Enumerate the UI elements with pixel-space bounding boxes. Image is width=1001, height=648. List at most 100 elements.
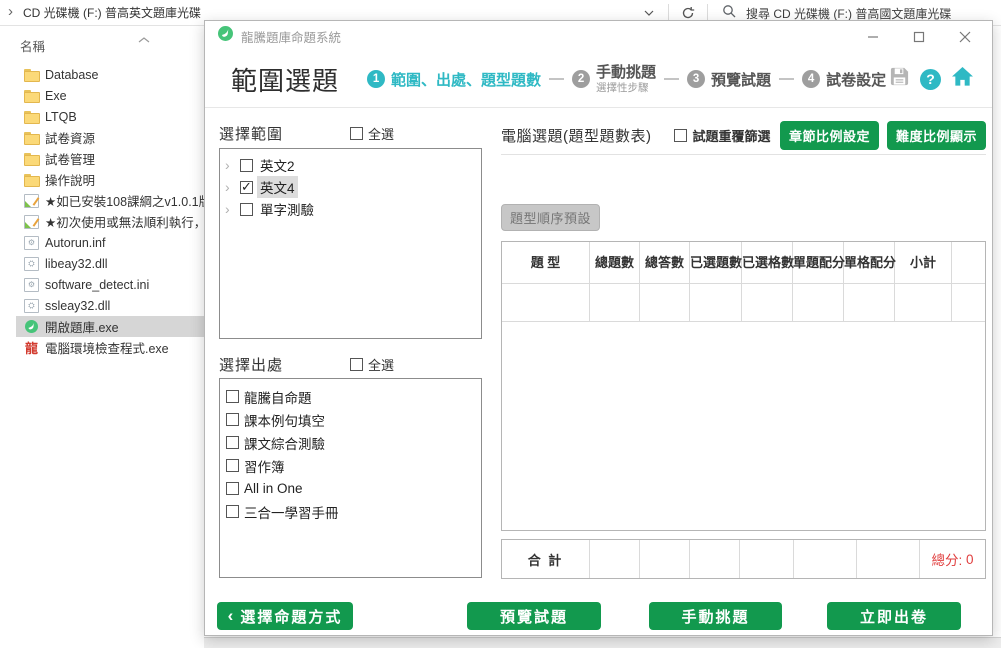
question-order-preset-badge[interactable]: 題型順序預設 (501, 204, 600, 231)
home-icon[interactable] (951, 66, 974, 92)
column-header-name[interactable]: 名稱 (20, 36, 180, 56)
folder-icon (24, 172, 39, 187)
source-checkbox[interactable] (226, 413, 239, 426)
back-to-method-button[interactable]: ‹ 選擇命題方式 (217, 602, 353, 630)
source-item[interactable]: 課文綜合測驗 (220, 431, 481, 454)
help-icon[interactable]: ? (920, 69, 941, 90)
file-row[interactable]: ⚙software_detect.ini (0, 274, 204, 295)
step-1-circle: 1 (367, 70, 385, 88)
range-section-header: 選擇範圍 全選 (219, 123, 482, 145)
tree-item-eng2[interactable]: › 英文2 (220, 154, 481, 176)
step-3-preview: 3 預覽試題 (687, 69, 771, 90)
source-checkbox[interactable] (226, 505, 239, 518)
col-total-answers: 總答數 (640, 242, 690, 284)
file-row[interactable]: ★如已安裝108課綱之v1.0.1版 (0, 190, 204, 211)
computer-select-divider (501, 154, 986, 155)
folder-icon (24, 88, 39, 103)
computer-select-header: 電腦選題(題型題數表) 試題重覆篩選 章節比例設定 難度比例顯示 (501, 121, 986, 149)
source-select-all[interactable]: 全選 (350, 355, 394, 374)
address-bar[interactable]: CD 光碟機 (F:) 普高英文題庫光碟 (23, 4, 201, 21)
chapter-ratio-button[interactable]: 章節比例設定 (780, 121, 879, 150)
step-3-circle: 3 (687, 70, 705, 88)
file-row[interactable]: ⛭libeay32.dll (0, 253, 204, 274)
file-row[interactable]: ⛭ssleay32.dll (0, 295, 204, 316)
range-tree: › 英文2 › 英文4 › 單字測驗 (219, 148, 482, 339)
tree-item-vocab[interactable]: › 單字測驗 (220, 198, 481, 220)
step-connector (549, 78, 564, 80)
step-4-settings: 4 試卷設定 (802, 69, 886, 90)
folder-icon (24, 130, 39, 145)
source-item[interactable]: 龍騰自命題 (220, 385, 481, 408)
source-item[interactable]: All in One (220, 477, 481, 500)
checkbox-eng4[interactable] (240, 181, 253, 194)
preview-exam-button[interactable]: 預覽試題 (467, 602, 601, 630)
folder-icon (24, 151, 39, 166)
source-checkbox[interactable] (226, 390, 239, 403)
expand-chevron-icon[interactable]: › (225, 180, 239, 194)
tree-item-eng4[interactable]: › 英文4 (220, 176, 481, 198)
col-total-questions: 總題數 (590, 242, 640, 284)
source-item[interactable]: 課本例句填空 (220, 408, 481, 431)
manual-pick-button[interactable]: 手動挑題 (649, 602, 782, 630)
generate-exam-button[interactable]: 立即出卷 (827, 602, 961, 630)
minimize-button[interactable] (858, 25, 888, 49)
file-row-selected[interactable]: 開啟題庫.exe (16, 316, 204, 337)
explorer-bottom-strip (204, 637, 1001, 648)
app-logo-icon (218, 26, 233, 46)
col-question-type: 題 型 (502, 242, 590, 284)
page-title: 範圍選題 (231, 61, 339, 98)
question-type-table: 題 型 總題數 總答數 已選題數 已選格數 單題配分 單格配分 小計 (501, 241, 986, 531)
checkbox-vocab[interactable] (240, 203, 253, 216)
source-title: 選擇出處 (219, 357, 283, 374)
dup-filter[interactable]: 試題重覆篩選 (674, 126, 771, 145)
folder-icon (24, 109, 39, 124)
expand-chevron-icon[interactable]: › (225, 158, 239, 172)
save-icon[interactable] (889, 66, 910, 92)
source-checkbox[interactable] (226, 482, 239, 495)
computer-select-title: 電腦選題(題型題數表) (501, 125, 652, 146)
col-points-per-question: 單題配分 (793, 242, 844, 284)
range-select-all-checkbox[interactable] (350, 127, 363, 140)
range-select-all[interactable]: 全選 (350, 124, 394, 143)
step-2-circle: 2 (572, 70, 590, 88)
notepad-file-icon (24, 194, 39, 208)
file-row[interactable]: Database (0, 64, 204, 85)
col-extra (952, 242, 985, 284)
step-1-range: 1 範圍、出處、題型題數 (367, 69, 541, 90)
file-row[interactable]: 操作說明 (0, 169, 204, 190)
maximize-button[interactable] (904, 25, 934, 49)
file-row[interactable]: 試卷資源 (0, 127, 204, 148)
notepad-file-icon (24, 215, 39, 229)
config-file-icon: ⚙ (24, 236, 39, 250)
dup-filter-checkbox[interactable] (674, 129, 687, 142)
close-button[interactable] (950, 25, 980, 49)
range-title: 選擇範圍 (219, 126, 283, 143)
file-row[interactable]: ★初次使用或無法順利執行，請 (0, 211, 204, 232)
app-title: 龍騰題庫命題系統 (241, 27, 341, 46)
source-item[interactable]: 習作簿 (220, 454, 481, 477)
dll-file-icon: ⛭ (24, 257, 39, 271)
app-green-icon (24, 319, 39, 334)
source-item[interactable]: 三合一學習手冊 (220, 500, 481, 523)
search-input[interactable]: 搜尋 CD 光碟機 (F:) 普高國文題庫光碟 (746, 5, 951, 22)
difficulty-ratio-button[interactable]: 難度比例顯示 (887, 121, 986, 150)
expand-chevron-icon[interactable]: › (225, 202, 239, 216)
source-checkbox[interactable] (226, 459, 239, 472)
step-connector (664, 78, 679, 80)
file-row[interactable]: ⚙Autorun.inf (0, 232, 204, 253)
sort-ascending-icon (138, 32, 150, 46)
source-section-header: 選擇出處 全選 (219, 354, 482, 376)
file-list: Database Exe LTQB 試卷資源 試卷管理 操作說明 ★如已安裝10… (0, 64, 204, 358)
source-select-all-checkbox[interactable] (350, 358, 363, 371)
step-2-manual: 2 手動挑題 選擇性步驟 (572, 64, 656, 93)
table-empty-row (502, 284, 985, 322)
file-row[interactable]: LTQB (0, 106, 204, 127)
checkbox-eng2[interactable] (240, 159, 253, 172)
file-row[interactable]: Exe (0, 85, 204, 106)
source-checkbox[interactable] (226, 436, 239, 449)
app-header: 範圍選題 1 範圍、出處、題型題數 2 手動挑題 選擇性步驟 3 預 (205, 51, 992, 107)
col-points-per-blank: 單格配分 (844, 242, 895, 284)
file-row[interactable]: 試卷管理 (0, 148, 204, 169)
desktop-screen: › CD 光碟機 (F:) 普高英文題庫光碟 搜尋 CD 光碟機 (F:) 普高… (0, 0, 1001, 648)
file-row[interactable]: 龍電腦環境檢查程式.exe (0, 337, 204, 358)
